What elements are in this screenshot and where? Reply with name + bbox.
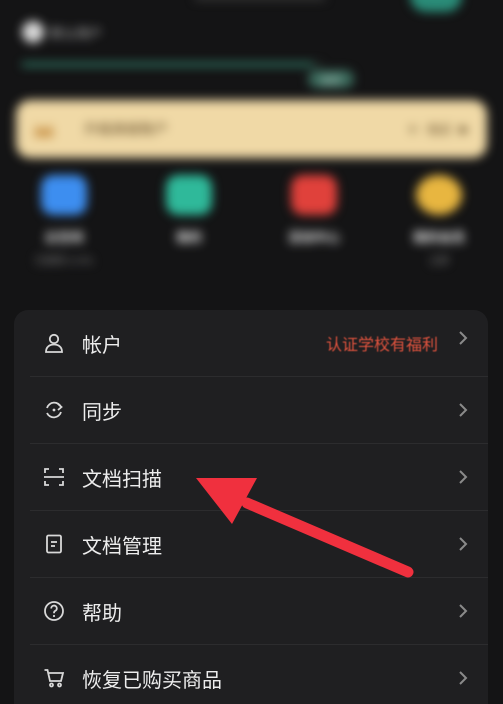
chevron-right-icon bbox=[459, 331, 468, 345]
settings-item-label: 文档管理 bbox=[82, 533, 162, 558]
settings-item-help[interactable]: 帮助 bbox=[14, 578, 488, 644]
settings-item-label: 文档扫描 bbox=[82, 466, 162, 491]
quick-action-label: 我的会员 bbox=[412, 231, 465, 246]
document-icon bbox=[42, 532, 66, 556]
storage-progress-fill bbox=[22, 63, 313, 66]
top-action-button[interactable] bbox=[410, 0, 462, 12]
settings-item-label: 帐户 bbox=[82, 332, 122, 357]
person-icon bbox=[42, 331, 66, 355]
quick-action-label: 我的 bbox=[175, 231, 202, 246]
scan-icon bbox=[42, 465, 66, 489]
chevron-right-icon bbox=[459, 604, 468, 618]
chevron-right-icon bbox=[459, 671, 468, 685]
medal-icon bbox=[416, 175, 462, 215]
settings-item-sync[interactable]: 同步 bbox=[14, 377, 488, 443]
settings-item-document-scan[interactable]: 文档扫描 bbox=[14, 444, 488, 510]
settings-item-label: 帮助 bbox=[82, 600, 122, 625]
promo-banner[interactable]: 升级高级账户 ¥ · 购买 ▶ bbox=[16, 100, 487, 158]
settings-item-label: 同步 bbox=[82, 399, 122, 424]
profile-screen: 默认用户 会员 升级高级账户 ¥ · 购买 ▶ 云空间 已使用 0.0% 我的 bbox=[0, 0, 503, 704]
storage-progress bbox=[22, 63, 322, 66]
help-icon bbox=[42, 599, 66, 623]
school-benefit-badge[interactable]: 认证学校有福利 bbox=[326, 331, 438, 355]
avatar[interactable] bbox=[22, 21, 44, 43]
progress-badge: 会员 bbox=[308, 70, 354, 88]
cart-icon bbox=[42, 666, 66, 690]
folder-icon bbox=[166, 175, 212, 215]
promo-text: 升级高级账户 bbox=[84, 122, 168, 138]
cloud-icon bbox=[41, 175, 87, 215]
settings-item-restore-purchases[interactable]: 恢复已购买商品 bbox=[14, 645, 488, 704]
sync-icon bbox=[42, 398, 66, 422]
promo-price: ¥ · 购买 bbox=[408, 122, 452, 137]
settings-item-label: 恢复已购买商品 bbox=[82, 667, 222, 692]
chevron-right-icon bbox=[459, 403, 468, 417]
quick-action-sub: 已使用 0.0% bbox=[34, 256, 94, 267]
settings-item-document-management[interactable]: 文档管理 bbox=[14, 511, 488, 577]
crown-icon bbox=[34, 124, 54, 137]
bookmark-icon bbox=[291, 175, 337, 215]
profile-name: 默认用户 bbox=[50, 26, 103, 42]
chevron-right-icon bbox=[459, 470, 468, 484]
quick-action-mine[interactable]: 我的 bbox=[139, 175, 239, 252]
quick-action-cloud[interactable]: 云空间 已使用 0.0% bbox=[14, 175, 114, 267]
quick-action-events[interactable]: 活动中心 bbox=[264, 175, 364, 252]
profile-row[interactable]: 默认用户 bbox=[22, 20, 102, 44]
blurred-header-area: 默认用户 会员 升级高级账户 ¥ · 购买 ▶ 云空间 已使用 0.0% 我的 bbox=[0, 0, 503, 300]
quick-action-membership[interactable]: 我的会员 立即 bbox=[389, 175, 489, 267]
settings-list: 帐户 认证学校有福利 同步 文档扫描 文档管理 帮助 恢复已购买商品 bbox=[14, 310, 488, 704]
promo-arrow-icon: ▶ bbox=[459, 122, 469, 136]
quick-action-sub: 立即 bbox=[429, 256, 449, 267]
quick-action-label: 活动中心 bbox=[287, 231, 340, 246]
chevron-right-icon bbox=[459, 537, 468, 551]
quick-action-label: 云空间 bbox=[44, 231, 84, 246]
settings-item-account[interactable]: 帐户 认证学校有福利 bbox=[14, 310, 488, 376]
